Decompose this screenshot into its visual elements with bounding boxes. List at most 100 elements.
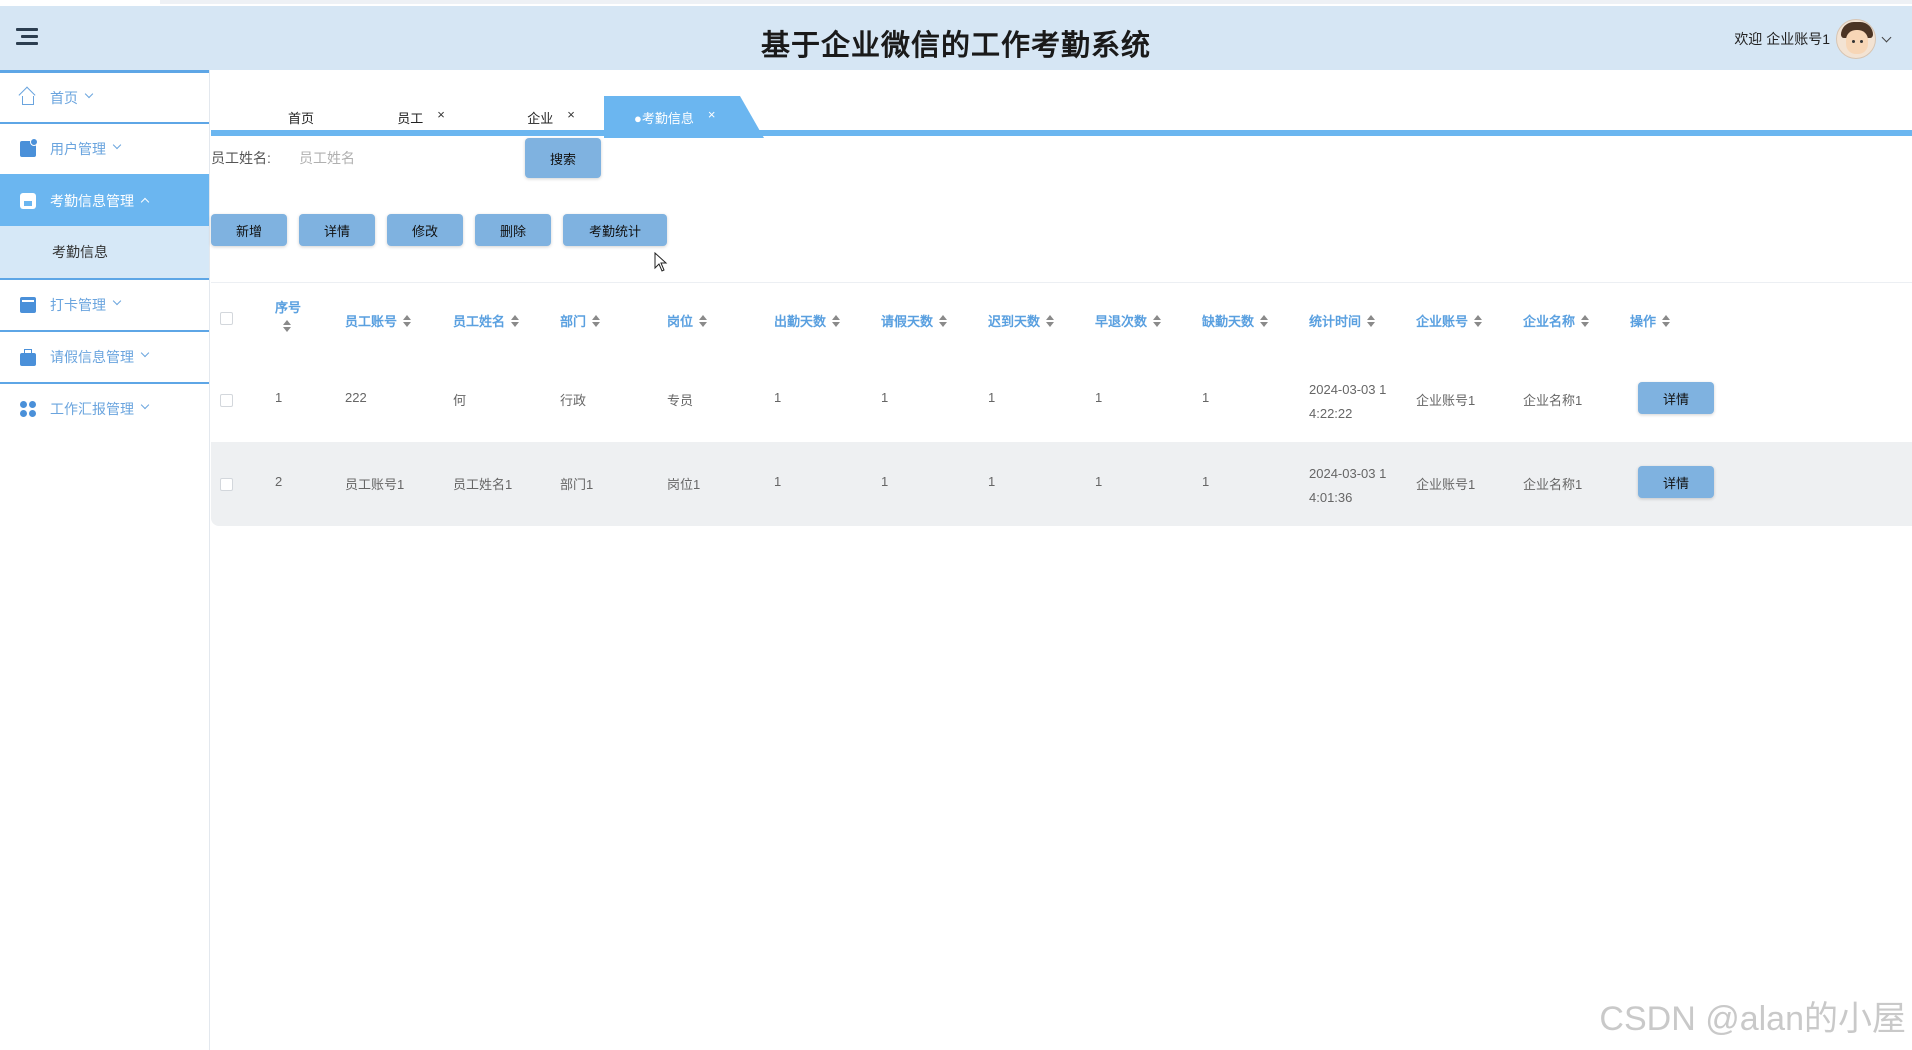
tab-label: ●考勤信息 [634,110,694,126]
col-header-early-leave[interactable]: 早退次数 [1095,311,1162,330]
user-menu[interactable]: 欢迎 企业账号1 [1734,18,1892,60]
cell-dept: 部门1 [560,477,594,492]
row-checkbox[interactable] [220,478,233,491]
home-icon [22,96,34,105]
col-header-label: 出勤天数 [774,314,827,329]
attendance-table: 序号 员工账号 员工姓名 部门 岗位 出勤天数 请假天数 迟到天数 早退次数 缺… [211,282,1912,526]
sort-icon[interactable] [1153,314,1162,327]
cell-corp-name: 企业名称1 [1523,477,1583,492]
sort-icon[interactable] [939,314,948,327]
col-header-corp-account[interactable]: 企业账号 [1416,311,1483,330]
cell-dept: 行政 [560,393,587,408]
cell-name: 何 [453,393,467,408]
sidebar-subitem-attendance-info[interactable]: 考勤信息 [0,226,209,278]
sidebar-item-attendance-manage[interactable]: 考勤信息管理 [0,174,209,226]
cell-absent-days: 1 [1202,390,1210,405]
watermark: CSDN @alan的小屋 [1599,1000,1906,1038]
sort-icon[interactable] [699,314,708,327]
col-header-operation[interactable]: 操作 [1630,311,1671,330]
table-header: 序号 员工账号 员工姓名 部门 岗位 出勤天数 请假天数 迟到天数 早退次数 缺… [211,282,1912,358]
delete-button[interactable]: 删除 [475,214,551,246]
col-header-post[interactable]: 岗位 [667,311,708,330]
sort-icon[interactable] [1662,314,1671,327]
sidebar-item-user-manage[interactable]: 用户管理 [0,122,209,174]
tab-label: 企业 [527,110,554,126]
chevron-down-icon [114,298,122,306]
sort-icon[interactable] [1046,314,1055,327]
sidebar-item-report[interactable]: 工作汇报管理 [0,382,209,434]
col-header-late-days[interactable]: 迟到天数 [988,311,1055,330]
close-icon[interactable]: × [708,107,716,122]
edit-button[interactable]: 修改 [387,214,463,246]
app-title: 基于企业微信的工作考勤系统 [760,28,1151,62]
attendance-icon [20,193,36,209]
chevron-down-icon [114,142,122,150]
search-button[interactable]: 搜索 [525,138,601,178]
select-all-checkbox[interactable] [220,312,233,325]
col-header-label: 早退次数 [1095,314,1148,329]
col-header-label: 企业账号 [1416,314,1469,329]
sidebar-item-clock-in[interactable]: 打卡管理 [0,278,209,330]
cell-early-leave: 1 [1095,474,1103,489]
col-header-corp-name[interactable]: 企业名称 [1523,311,1590,330]
sort-icon[interactable] [1260,314,1269,327]
search-input[interactable] [299,141,509,175]
table-row[interactable]: 1 222 何 行政 专员 1 1 1 1 1 2024-03-03 1 4:2… [211,358,1912,442]
col-header-dept[interactable]: 部门 [560,311,601,330]
col-header-name[interactable]: 员工姓名 [453,311,520,330]
sort-icon[interactable] [832,314,841,327]
sort-icon[interactable] [1474,314,1483,327]
col-header-stat-time[interactable]: 统计时间 [1309,311,1376,330]
cell-post: 岗位1 [667,477,701,492]
col-header-label: 请假天数 [881,314,934,329]
cell-corp-account: 企业账号1 [1416,393,1476,408]
cell-post: 专员 [667,393,694,408]
chevron-down-icon [142,350,150,358]
row-detail-button[interactable]: 详情 [1638,466,1714,498]
chevron-down-icon [86,91,94,99]
sort-icon[interactable] [403,314,412,327]
close-icon[interactable]: × [437,107,445,122]
col-header-no[interactable]: 序号 [275,297,301,332]
cell-account: 员工账号1 [345,477,405,492]
cell-late-days: 1 [988,474,996,489]
avatar[interactable] [1836,19,1876,59]
stat-time-line2: 4:22:22 [1309,406,1353,421]
app-header: 基于企业微信的工作考勤系统 欢迎 企业账号1 [0,6,1912,70]
user-manage-icon [20,138,38,157]
col-header-label: 员工账号 [345,314,398,329]
col-header-absent-days[interactable]: 缺勤天数 [1202,311,1269,330]
clock-in-icon [20,297,36,313]
sort-icon[interactable] [592,314,601,327]
tab-label: 员工 [397,110,424,126]
sort-icon[interactable] [283,320,291,332]
col-header-label: 企业名称 [1523,314,1576,329]
col-header-account[interactable]: 员工账号 [345,311,412,330]
search-form: 员工姓名: 搜索 [211,136,601,180]
table-row[interactable]: 2 员工账号1 员工姓名1 部门1 岗位1 1 1 1 1 1 2024-03-… [211,442,1912,526]
cell-attend-days: 1 [774,474,782,489]
sort-icon[interactable] [511,314,520,327]
close-icon[interactable]: × [567,107,575,122]
col-header-leave-days[interactable]: 请假天数 [881,311,948,330]
col-header-attend-days[interactable]: 出勤天数 [774,311,841,330]
search-label: 员工姓名: [211,150,271,166]
attendance-stats-button[interactable]: 考勤统计 [563,214,667,246]
stat-time-line2: 4:01:36 [1309,490,1353,505]
cell-late-days: 1 [988,390,996,405]
chevron-down-icon[interactable] [1882,34,1892,44]
col-header-label: 统计时间 [1309,314,1362,329]
leave-icon [20,348,36,366]
row-checkbox[interactable] [220,394,233,407]
detail-button[interactable]: 详情 [299,214,375,246]
sidebar-item-home[interactable]: 首页 [0,70,209,122]
cell-attend-days: 1 [774,390,782,405]
sort-icon[interactable] [1581,314,1590,327]
sidebar: 首页 用户管理 考勤信息管理 考勤信息 打卡管理 请假信息管理 工作汇报管理 [0,70,210,1050]
sidebar-item-label: 考勤信息管理 [50,193,134,209]
sort-icon[interactable] [1367,314,1376,327]
row-detail-button[interactable]: 详情 [1638,382,1714,414]
add-button[interactable]: 新增 [211,214,287,246]
col-header-label: 岗位 [667,314,694,329]
sidebar-item-leave[interactable]: 请假信息管理 [0,330,209,382]
